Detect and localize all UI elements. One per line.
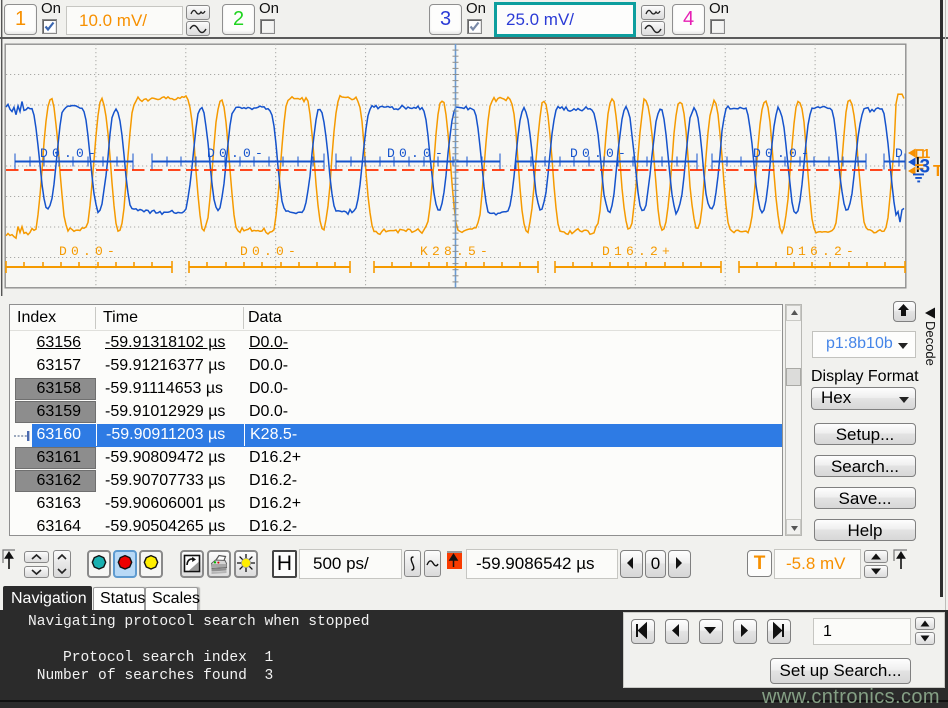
svg-text:D0.0-: D0.0- [240,244,300,259]
svg-text:K28.5-: K28.5- [420,244,492,259]
svg-text:D0.0-: D0.0- [207,146,267,161]
svg-text:D0.0-: D0.0- [387,146,447,161]
svg-text:D0.0-: D0.0- [40,146,100,161]
svg-text:D16.2-: D16.2- [786,244,858,259]
svg-text:D0.0-: D0.0- [753,146,813,161]
svg-text:D16.2+: D16.2+ [602,244,674,259]
svg-text:D0.0-: D0.0- [570,146,630,161]
svg-text:D0.0-: D0.0- [59,244,119,259]
